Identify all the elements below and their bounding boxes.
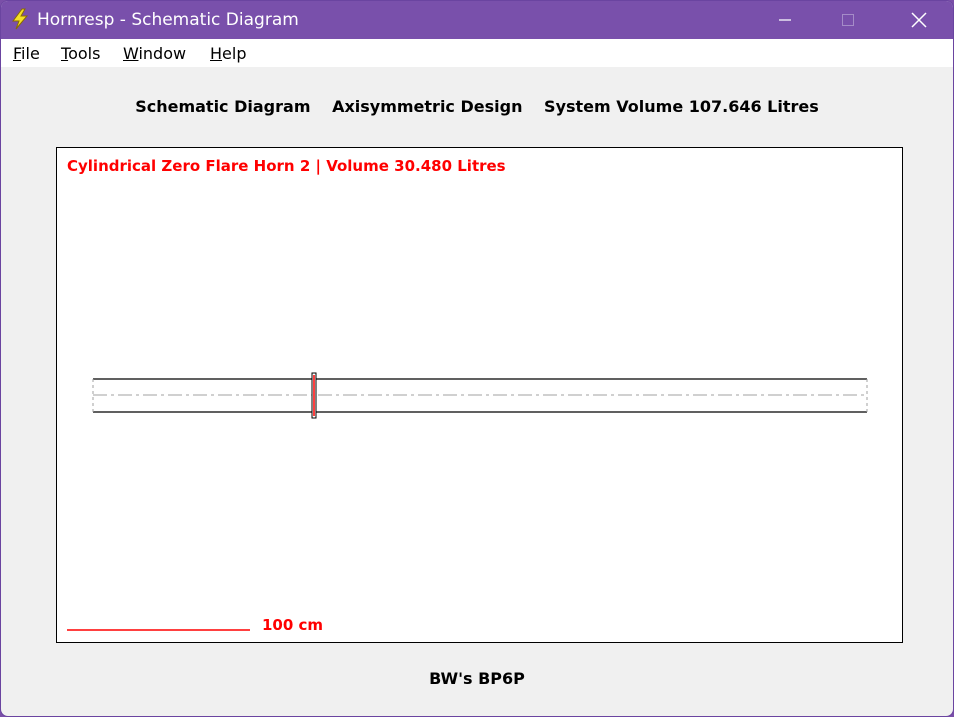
maximize-icon bbox=[842, 14, 854, 26]
menu-file[interactable]: File bbox=[13, 44, 40, 63]
minimize-button[interactable] bbox=[761, 1, 809, 39]
diagram-header: Schematic Diagram Axisymmetric Design Sy… bbox=[1, 97, 953, 116]
window-title: Hornresp - Schematic Diagram bbox=[37, 10, 299, 30]
diagram-type-label: Schematic Diagram bbox=[135, 97, 311, 116]
design-name-label: BW's BP6P bbox=[429, 669, 525, 688]
menu-help[interactable]: Help bbox=[210, 44, 246, 63]
system-volume-label: System Volume 107.646 Litres bbox=[544, 97, 819, 116]
schematic-canvas: Cylindrical Zero Flare Horn 2 | Volume 3… bbox=[56, 147, 903, 643]
scale-label: 100 cm bbox=[262, 616, 324, 634]
close-icon bbox=[911, 12, 927, 28]
maximize-button[interactable] bbox=[824, 1, 872, 39]
title-bar[interactable]: Hornresp - Schematic Diagram bbox=[1, 1, 953, 39]
horn-schematic bbox=[67, 372, 868, 631]
minimize-icon bbox=[779, 19, 791, 21]
menu-bar: File Tools Window Help bbox=[1, 39, 953, 67]
lightning-bolt-icon bbox=[9, 8, 31, 30]
menu-tools[interactable]: Tools bbox=[61, 44, 100, 63]
close-button[interactable] bbox=[895, 1, 943, 39]
menu-window[interactable]: Window bbox=[123, 44, 186, 63]
design-type-label: Axisymmetric Design bbox=[332, 97, 523, 116]
app-window: Hornresp - Schematic Diagram File Tools … bbox=[0, 0, 954, 717]
